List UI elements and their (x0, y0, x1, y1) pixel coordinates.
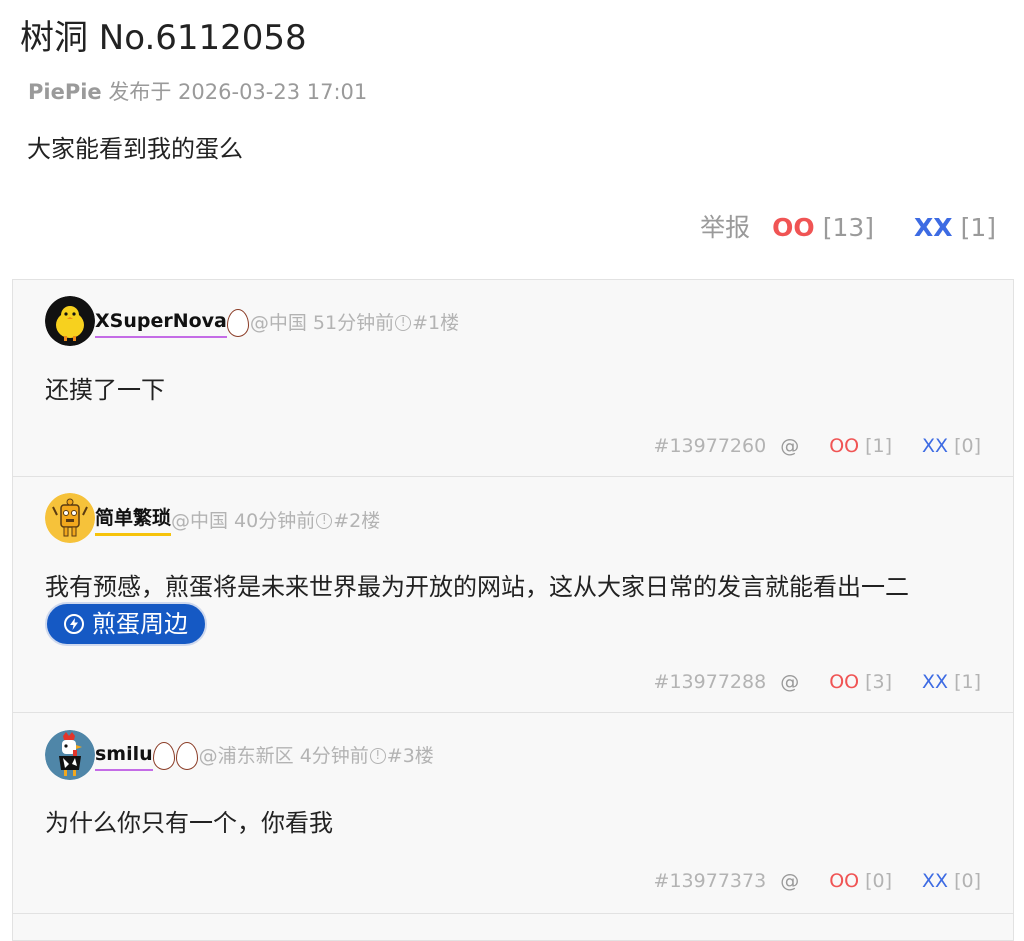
post-actions: 举报 OO [13] XX [1] (700, 212, 996, 244)
comment-xx-count: [0] (954, 435, 981, 457)
tag-button[interactable]: 煎蛋周边 (45, 602, 207, 646)
comment-oo-count: [3] (865, 671, 893, 693)
comment-floor: #2楼 (333, 509, 381, 532)
comment-xx-button[interactable]: XX (922, 433, 948, 459)
egg-icon (152, 742, 175, 770)
xx-count: [1] (960, 213, 996, 242)
comment-body: 还摸了一下 (45, 376, 165, 404)
comment-item: XSuperNova @中国 51分钟前 ! #1楼 还摸了一下 #139772… (13, 280, 1013, 477)
comment-xx-button[interactable]: XX (922, 669, 948, 695)
comment-item: smilu @浦东新区 4分钟前 ! #3楼 为什么你只有一个，你看我 #139… (13, 713, 1013, 914)
comment-list: XSuperNova @中国 51分钟前 ! #1楼 还摸了一下 #139772… (12, 279, 1014, 941)
comment-oo-button[interactable]: OO (829, 669, 859, 695)
oo-count: [13] (822, 213, 875, 242)
comment-header: smilu @浦东新区 4分钟前 ! #3楼 (95, 741, 434, 771)
tag-button-label: 煎蛋周边 (92, 610, 188, 638)
mention-button[interactable]: @ (780, 433, 799, 459)
comment-actions: #13977260 @ OO [1] XX [0] (654, 433, 981, 459)
comment-id-link[interactable]: #13977260 (654, 433, 767, 459)
comment-username[interactable]: XSuperNova (95, 308, 227, 338)
yellow-character-avatar-icon[interactable] (45, 493, 95, 543)
post-meta: PiePie 发布于 2026-03-23 17:01 (28, 78, 367, 106)
comment-username[interactable]: 简单繁琐 (95, 505, 172, 536)
comment-actions: #13977288 @ OO [3] XX [1] (654, 669, 981, 695)
report-button[interactable]: 举报 (700, 212, 750, 244)
lightning-icon (64, 614, 84, 634)
published-label: 发布于 (108, 80, 172, 104)
info-icon[interactable]: ! (395, 315, 412, 331)
comment-floor: #3楼 (386, 745, 434, 767)
comment-xx-count: [0] (954, 870, 981, 892)
egg-icon (226, 309, 249, 337)
post-body: 大家能看到我的蛋么 (27, 135, 243, 163)
comment-xx-count: [1] (954, 671, 981, 693)
comment-xx-button[interactable]: XX (922, 868, 948, 894)
info-icon[interactable]: ! (369, 748, 386, 764)
comment-floor: #1楼 (412, 312, 460, 334)
comment-oo-button[interactable]: OO (829, 868, 859, 894)
comment-location: @浦东新区 (198, 745, 294, 767)
info-icon[interactable]: ! (316, 512, 333, 529)
egg-icon (175, 742, 198, 770)
mention-button[interactable]: @ (780, 868, 799, 894)
post-author[interactable]: PiePie (28, 80, 102, 104)
comment-username[interactable]: smilu (95, 741, 153, 771)
comment-header: 简单繁琐 @中国 40分钟前 ! #2楼 (95, 505, 380, 536)
comment-time: 51分钟前 (312, 312, 395, 334)
comment-id-link[interactable]: #13977373 (654, 868, 767, 894)
comment-body: 为什么你只有一个，你看我 (45, 809, 333, 837)
comment-location: @中国 (171, 509, 229, 532)
chick-avatar-icon[interactable] (45, 296, 95, 346)
comment-oo-count: [1] (865, 435, 893, 457)
comment-location: @中国 (249, 312, 307, 334)
comment-id-link[interactable]: #13977288 (654, 669, 767, 695)
comment-oo-count: [0] (865, 870, 893, 892)
comment-item: 简单繁琐 @中国 40分钟前 ! #2楼 我有预感，煎蛋将是未来世界最为开放的网… (13, 477, 1013, 713)
comment-actions: #13977373 @ OO [0] XX [0] (654, 868, 981, 894)
mention-button[interactable]: @ (780, 669, 799, 695)
comment-time: 40分钟前 (234, 509, 316, 532)
comment-body: 我有预感，煎蛋将是未来世界最为开放的网站，这从大家日常的发言就能看出一二 (45, 573, 909, 601)
comment-oo-button[interactable]: OO (829, 433, 859, 459)
comment-time: 4分钟前 (299, 745, 369, 767)
comment-header: XSuperNova @中国 51分钟前 ! #1楼 (95, 308, 459, 338)
oo-button[interactable]: OO (772, 212, 815, 244)
rooster-avatar-icon[interactable] (45, 730, 95, 780)
xx-button[interactable]: XX (914, 212, 953, 244)
post-datetime: 2026-03-23 17:01 (178, 80, 368, 104)
post-title: 树洞 No.6112058 (20, 18, 307, 58)
